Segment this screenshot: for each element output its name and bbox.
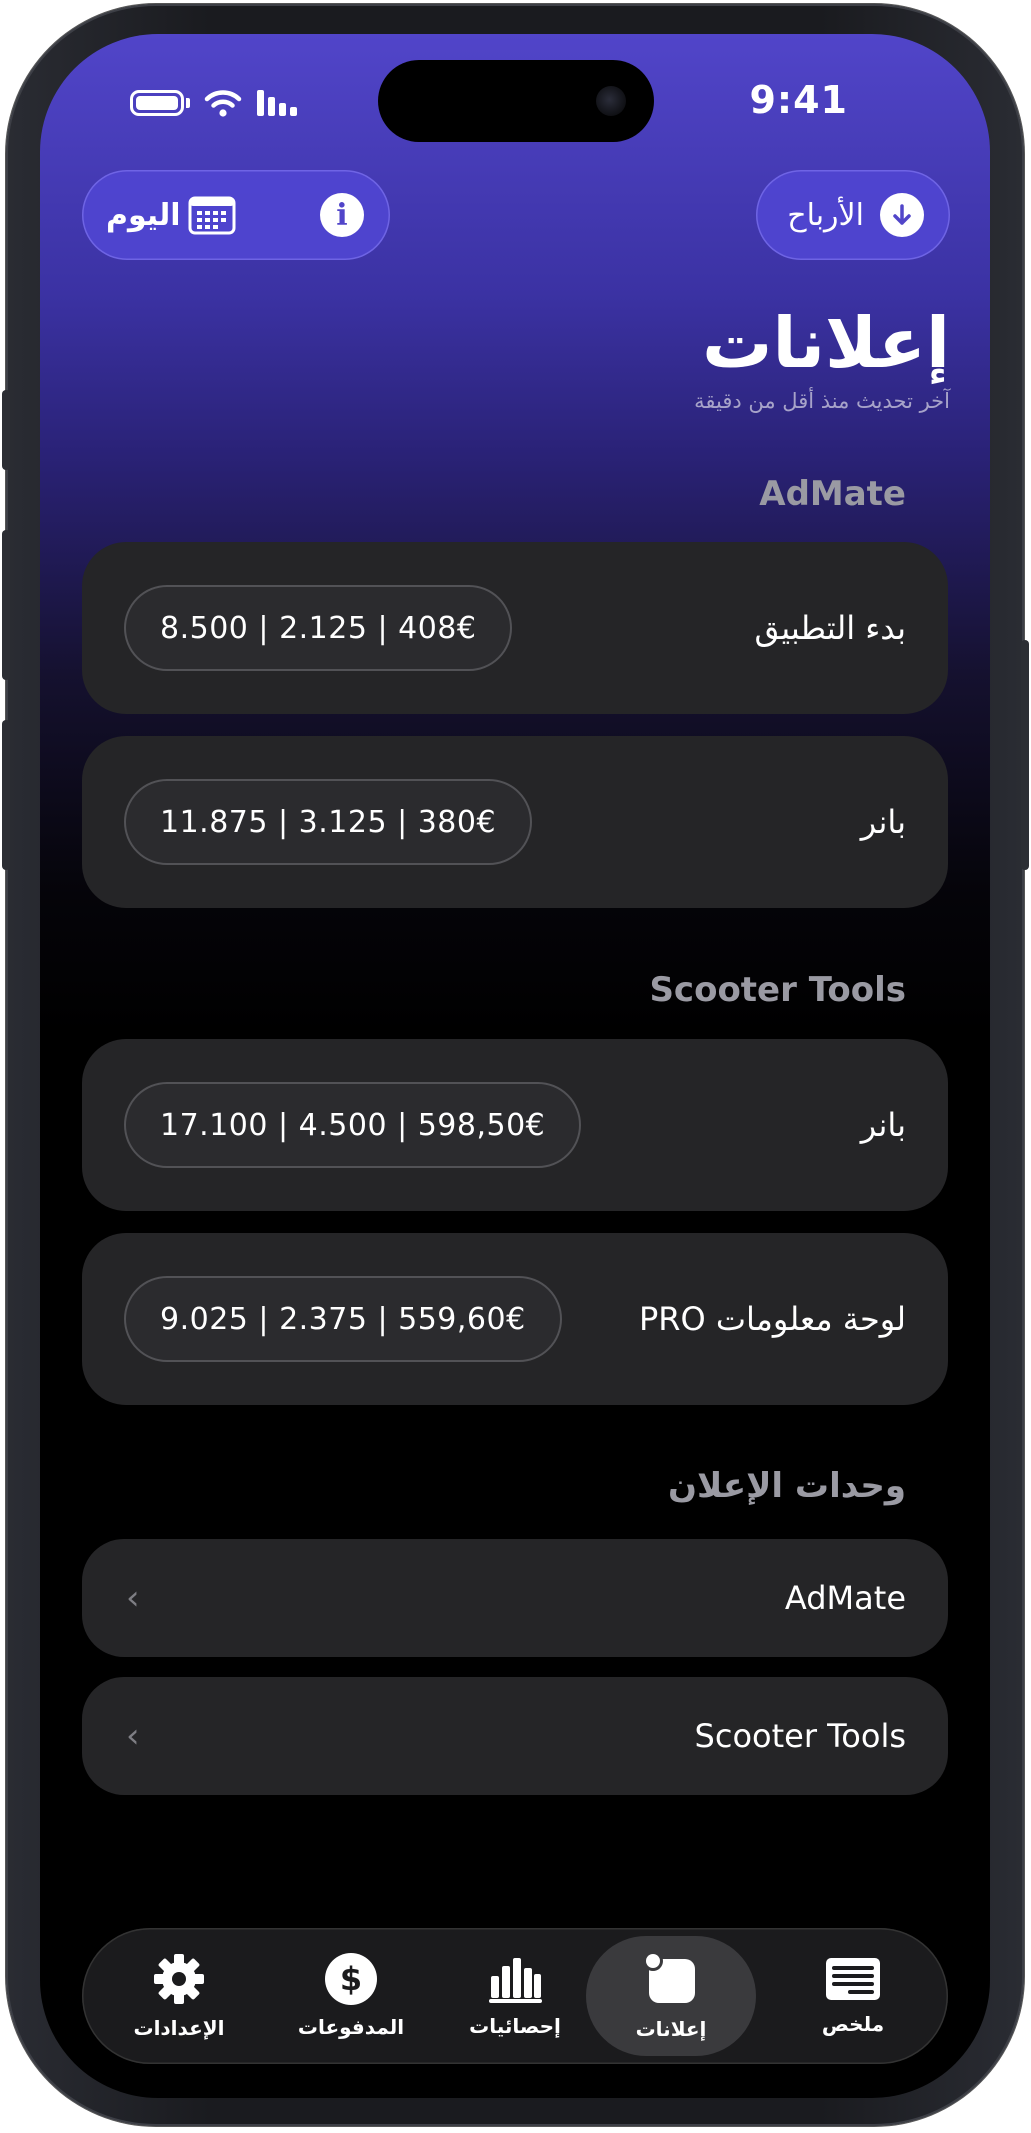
- today-label: اليوم: [106, 197, 181, 233]
- ad-row-label: بانر: [860, 1106, 906, 1144]
- page-title: إعلانات: [702, 302, 950, 384]
- tab-statistics[interactable]: إحصائيات: [430, 1936, 600, 2056]
- ad-row-banner[interactable]: بانر 17.100 | 4.500 | 598,50€: [82, 1039, 948, 1211]
- ad-unit-admate[interactable]: AdMate ‹: [82, 1539, 948, 1657]
- dynamic-island: [378, 60, 654, 142]
- side-button-power: [1021, 640, 1029, 870]
- side-button-mute: [2, 390, 10, 470]
- ad-row-label: لوحة معلومات PRO: [639, 1300, 906, 1338]
- ad-row-dashboard-pro[interactable]: لوحة معلومات PRO 9.025 | 2.375 | 559,60€: [82, 1233, 948, 1405]
- tab-settings[interactable]: الإعدادات: [94, 1936, 264, 2056]
- ad-row-app-open[interactable]: بدء التطبيق 8.500 | 2.125 | 408€: [82, 542, 948, 714]
- ad-row-label: بانر: [860, 803, 906, 841]
- bar-chart-icon: [489, 1958, 542, 2003]
- stats-badge: 17.100 | 4.500 | 598,50€: [124, 1082, 582, 1168]
- tab-bar: الإعدادات $ المدفوعات إحصائيات إعلانات م…: [82, 1928, 948, 2064]
- tab-payments[interactable]: $ المدفوعات: [266, 1936, 436, 2056]
- ads-icon: [643, 1951, 695, 2003]
- tab-label: المدفوعات: [297, 2015, 405, 2039]
- stats-badge: 9.025 | 2.375 | 559,60€: [124, 1276, 562, 1362]
- ad-row-label: بدء التطبيق: [754, 609, 906, 647]
- dollar-icon: $: [325, 1953, 377, 2005]
- section-title-ad-units: وحدات الإعلان: [668, 1466, 906, 1506]
- chevron-left-icon: ‹: [126, 1578, 140, 1618]
- app-screen: 9:41 i اليوم الأرباح إعلانات آخر تحديث م…: [40, 34, 990, 2098]
- tab-label: الإعدادات: [133, 2016, 225, 2040]
- signal-icon: [257, 90, 297, 116]
- tab-label: ملخص: [821, 2012, 885, 2036]
- status-icons: [130, 86, 306, 120]
- status-time: 9:41: [749, 78, 848, 122]
- side-button-volume-down: [2, 720, 10, 870]
- ad-row-banner[interactable]: بانر 11.875 | 3.125 | 380€: [82, 736, 948, 908]
- section-title-admate: AdMate: [759, 474, 906, 514]
- tab-label: إحصائيات: [469, 2014, 561, 2038]
- calendar-icon: [188, 196, 236, 235]
- battery-icon: [130, 90, 190, 116]
- last-updated-text: آخر تحديث منذ أقل من دقيقة: [694, 389, 950, 413]
- tab-label: إعلانات: [635, 2017, 707, 2041]
- chevron-left-icon: ‹: [126, 1716, 140, 1756]
- summary-icon: [826, 1958, 880, 2000]
- ad-unit-scooter-tools[interactable]: Scooter Tools ‹: [82, 1677, 948, 1795]
- wifi-icon: [204, 90, 242, 117]
- download-icon: [880, 193, 924, 237]
- tab-summary[interactable]: ملخص: [768, 1936, 938, 2056]
- ad-unit-label: Scooter Tools: [694, 1717, 906, 1755]
- ad-unit-label: AdMate: [784, 1579, 906, 1617]
- earnings-pill[interactable]: الأرباح: [756, 170, 950, 260]
- stats-badge: 8.500 | 2.125 | 408€: [124, 585, 513, 671]
- gear-icon: [154, 1954, 204, 2004]
- tab-ads[interactable]: إعلانات: [586, 1936, 756, 2056]
- earnings-label: الأرباح: [787, 197, 864, 233]
- stats-badge: 11.875 | 3.125 | 380€: [124, 779, 533, 865]
- side-button-volume-up: [2, 530, 10, 680]
- today-pill[interactable]: i اليوم: [82, 170, 390, 260]
- info-icon[interactable]: i: [320, 193, 364, 237]
- section-title-scooter-tools: Scooter Tools: [649, 970, 906, 1010]
